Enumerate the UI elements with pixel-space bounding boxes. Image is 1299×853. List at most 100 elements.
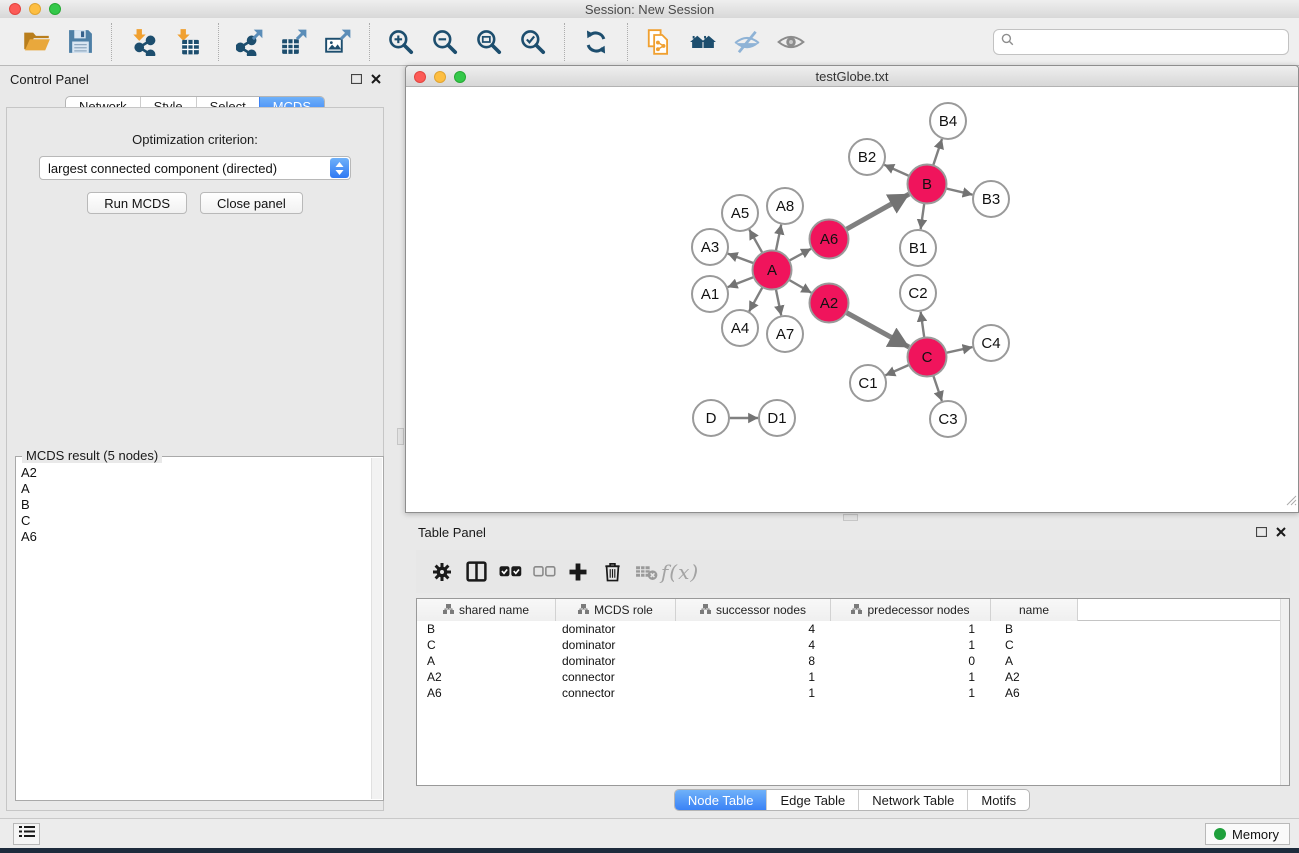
tab-motifs[interactable]: Motifs: [967, 790, 1029, 810]
table-cell[interactable]: A2: [417, 669, 556, 685]
deselect-all-icon[interactable]: [527, 557, 561, 587]
float-panel-icon[interactable]: [350, 73, 362, 85]
table-cell[interactable]: 4: [676, 621, 831, 637]
table-cell[interactable]: A: [991, 653, 1078, 669]
task-history-button[interactable]: [13, 823, 40, 845]
memory-button[interactable]: Memory: [1205, 823, 1290, 845]
table-cell[interactable]: A2: [991, 669, 1078, 685]
zoom-in-icon[interactable]: [386, 27, 416, 57]
table-scrollbar[interactable]: [1280, 599, 1289, 785]
home-icon[interactable]: [688, 27, 718, 57]
tab-node-table[interactable]: Node Table: [675, 790, 767, 810]
column-header-successor-nodes[interactable]: successor nodes: [676, 599, 831, 621]
save-icon[interactable]: [65, 27, 95, 57]
column-label: predecessor nodes: [867, 603, 969, 617]
zoom-fit-icon[interactable]: [474, 27, 504, 57]
result-scrollbar[interactable]: [371, 458, 382, 799]
export-image-icon[interactable]: [323, 27, 353, 57]
close-panel-icon[interactable]: [370, 73, 382, 85]
search-field[interactable]: [993, 29, 1289, 55]
table-row[interactable]: Cdominator41C: [417, 637, 1289, 653]
table-cell[interactable]: B: [417, 621, 556, 637]
table-cell[interactable]: A6: [417, 685, 556, 701]
table-cell[interactable]: 1: [676, 685, 831, 701]
columns-icon[interactable]: [459, 557, 493, 587]
close-table-panel-icon[interactable]: [1275, 526, 1287, 538]
mcds-result-item[interactable]: A2: [16, 465, 371, 481]
mcds-result-item[interactable]: A6: [16, 529, 371, 545]
resize-grip-icon[interactable]: [1286, 493, 1297, 511]
network-canvas[interactable]: B4B2BB3A8A5A6A3B1AC2A1A2A4A7C4CC1DD1C3: [406, 87, 1298, 512]
table-row[interactable]: A2connector11A2: [417, 669, 1289, 685]
function-icon[interactable]: f(x): [663, 557, 697, 587]
run-mcds-button[interactable]: Run MCDS: [87, 192, 187, 214]
graph-node-label: A5: [731, 205, 749, 222]
column-header-mcds-role[interactable]: MCDS role: [556, 599, 676, 621]
column-header-predecessor-nodes[interactable]: predecessor nodes: [831, 599, 991, 621]
tab-edge-table[interactable]: Edge Table: [766, 790, 858, 810]
table-cell[interactable]: dominator: [556, 637, 676, 653]
table-cell[interactable]: 1: [831, 669, 991, 685]
import-table-icon[interactable]: [172, 27, 202, 57]
export-table-icon[interactable]: [279, 27, 309, 57]
delete-table-icon[interactable]: [629, 557, 663, 587]
table-row[interactable]: A6connector11A6: [417, 685, 1289, 701]
table-cell[interactable]: 1: [831, 685, 991, 701]
refresh-icon[interactable]: [581, 27, 611, 57]
float-table-panel-icon[interactable]: [1255, 526, 1267, 538]
list-icon: [19, 825, 35, 843]
search-input[interactable]: [1019, 32, 1288, 52]
table-cell[interactable]: C: [991, 637, 1078, 653]
add-icon[interactable]: [561, 557, 595, 587]
table-cell[interactable]: B: [991, 621, 1078, 637]
graph-node-label: A1: [701, 286, 719, 303]
hide-details-icon[interactable]: [732, 27, 762, 57]
graph-node-label: C2: [908, 285, 927, 302]
toolbar-separator: [111, 23, 112, 61]
window-title: Session: New Session: [0, 2, 1299, 17]
table-cell[interactable]: 0: [831, 653, 991, 669]
optimization-criterion-select[interactable]: largest connected component (directed): [39, 156, 351, 180]
table-cell[interactable]: dominator: [556, 653, 676, 669]
export-network-icon[interactable]: [235, 27, 265, 57]
tab-network-table[interactable]: Network Table: [858, 790, 967, 810]
table-cell[interactable]: 1: [676, 669, 831, 685]
zoom-selected-icon[interactable]: [518, 27, 548, 57]
table-cell[interactable]: A: [417, 653, 556, 669]
close-panel-button[interactable]: Close panel: [200, 192, 303, 214]
desktop-strip: [0, 848, 1299, 853]
table-cell[interactable]: C: [417, 637, 556, 653]
mcds-result-item[interactable]: B: [16, 497, 371, 513]
delete-icon[interactable]: [595, 557, 629, 587]
search-icon: [1001, 33, 1014, 51]
table-cell[interactable]: 1: [831, 621, 991, 637]
table-cell[interactable]: 8: [676, 653, 831, 669]
application-window: Session: New Session Control Panel Netwo…: [0, 0, 1299, 853]
table-cell[interactable]: 1: [831, 637, 991, 653]
zoom-out-icon[interactable]: [430, 27, 460, 57]
settings-icon[interactable]: [425, 557, 459, 587]
mcds-result-item[interactable]: A: [16, 481, 371, 497]
mcds-result-item[interactable]: C: [16, 513, 371, 529]
select-all-icon[interactable]: [493, 557, 527, 587]
import-network-icon[interactable]: [128, 27, 158, 57]
table-cell[interactable]: A6: [991, 685, 1078, 701]
table-row[interactable]: Adominator80A: [417, 653, 1289, 669]
node-table: shared nameMCDS rolesuccessor nodes prede…: [416, 598, 1290, 786]
optimization-criterion-label: Optimization criterion:: [7, 132, 383, 147]
column-header-name[interactable]: name: [991, 599, 1078, 621]
table-cell[interactable]: connector: [556, 669, 676, 685]
select-stepper-icon: [330, 158, 349, 178]
show-details-icon[interactable]: [776, 27, 806, 57]
table-cell[interactable]: 4: [676, 637, 831, 653]
table-cell[interactable]: dominator: [556, 621, 676, 637]
criterion-value: largest connected component (directed): [48, 161, 277, 176]
network-from-file-icon[interactable]: [644, 27, 674, 57]
table-cell[interactable]: connector: [556, 685, 676, 701]
table-row[interactable]: Bdominator41B: [417, 621, 1289, 637]
open-folder-icon[interactable]: [21, 27, 51, 57]
column-header-shared-name[interactable]: shared name: [417, 599, 556, 621]
vertical-splitter-handle[interactable]: [397, 428, 404, 445]
column-tree-icon: [578, 603, 589, 617]
main-toolbar: [0, 18, 1299, 66]
